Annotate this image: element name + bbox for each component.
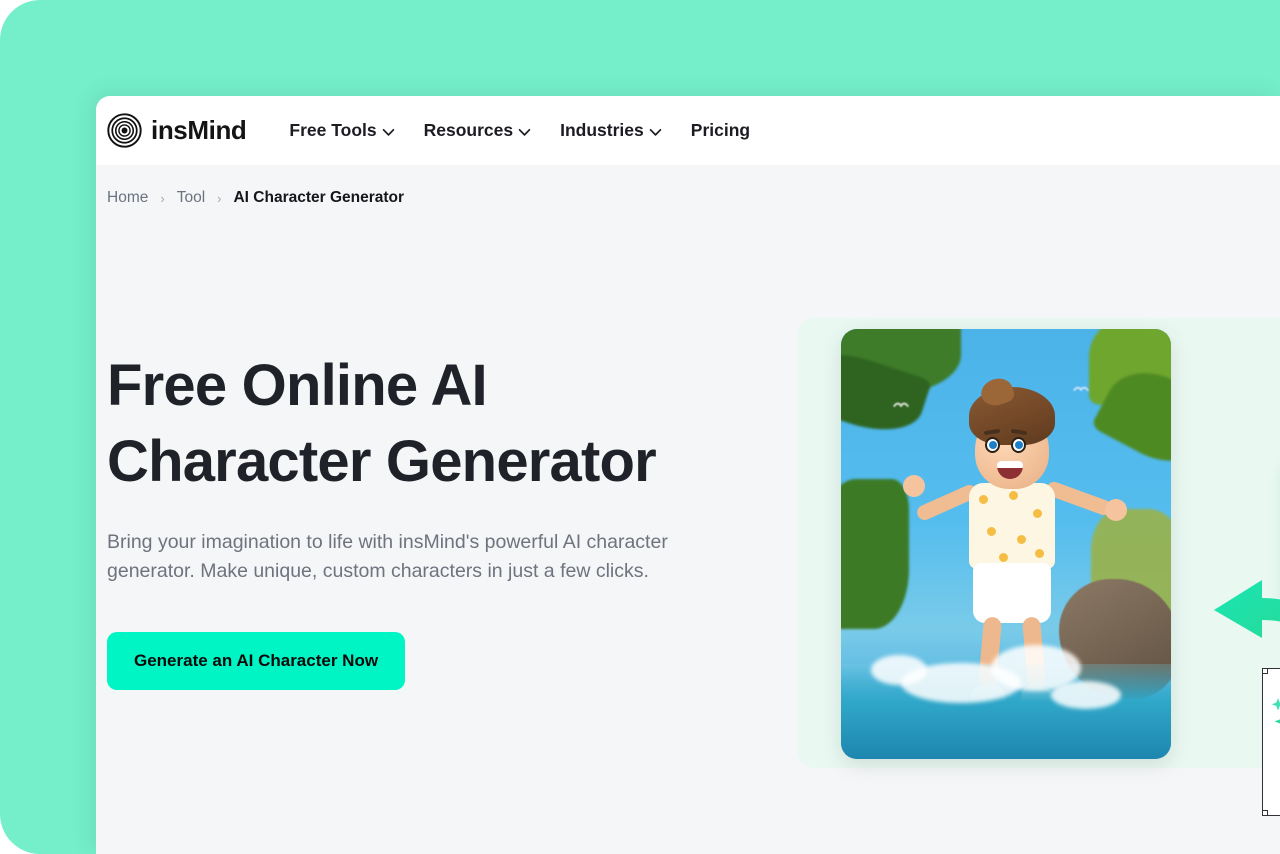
hero-content: Free Online AI Character Generator Bring…: [107, 348, 727, 690]
selection-handle[interactable]: [841, 329, 846, 334]
breadcrumb-item-home[interactable]: Home: [107, 189, 148, 207]
palm-leaf: [841, 479, 909, 629]
chevron-down-icon: [518, 128, 531, 136]
site-navbar: insMind Free Tools Resources Industries …: [96, 96, 1280, 165]
hero-visual: Low Perspectiv Cartoon Style, A cute boy…: [797, 318, 1280, 816]
breadcrumb-separator: ›: [160, 190, 165, 206]
character-image[interactable]: [841, 329, 1171, 759]
nav-links: Free Tools Resources Industries Pricing: [289, 120, 750, 141]
sparkle-icon: [1271, 698, 1280, 724]
boy-pupil-right: [1015, 441, 1023, 449]
boy-shirt: [969, 483, 1055, 569]
water-splash: [1051, 681, 1121, 709]
browser-page-card: insMind Free Tools Resources Industries …: [96, 96, 1280, 854]
boy-hand-right: [1105, 499, 1127, 521]
nav-item-pricing[interactable]: Pricing: [691, 120, 750, 141]
mint-background-frame: insMind Free Tools Resources Industries …: [0, 0, 1280, 854]
chevron-down-icon: [382, 128, 394, 136]
page-title: Free Online AI Character Generator: [107, 348, 727, 500]
chevron-down-icon: [649, 128, 662, 136]
page-title-line2: Character Generator: [107, 429, 657, 494]
water-splash: [871, 655, 927, 685]
breadcrumb: Home › Tool › AI Character Generator: [107, 189, 404, 207]
generate-character-button[interactable]: Generate an AI Character Now: [107, 632, 406, 690]
nav-item-label: Industries: [560, 120, 644, 140]
selection-handle[interactable]: [1166, 754, 1171, 759]
breadcrumb-item-current: AI Character Generator: [233, 189, 405, 206]
selection-handle[interactable]: [1166, 329, 1171, 334]
boy-hand-left: [903, 475, 925, 497]
nav-item-label: Resources: [423, 120, 514, 140]
nav-item-industries[interactable]: Industries: [560, 120, 662, 141]
breadcrumb-item-tool[interactable]: Tool: [177, 189, 205, 207]
hero-subtitle: Bring your imagination to life with insM…: [107, 531, 668, 582]
nav-item-free-tools[interactable]: Free Tools: [289, 120, 394, 141]
nav-item-resources[interactable]: Resources: [424, 120, 532, 141]
boy-shorts: [973, 563, 1051, 623]
selection-handle[interactable]: [841, 754, 846, 759]
nav-item-label: Pricing: [690, 120, 751, 140]
selection-handle[interactable]: [1263, 669, 1268, 674]
concentric-target-icon: [107, 113, 142, 148]
page-title-line1: Free Online AI: [107, 353, 488, 418]
bird-icon: [893, 402, 909, 408]
breadcrumb-separator: ›: [217, 190, 222, 206]
boy-pupil-left: [989, 441, 997, 449]
brand-name: insMind: [151, 115, 247, 145]
curved-arrow-left-icon: [1214, 580, 1280, 638]
prompt-text-panel[interactable]: Low Perspectiv Cartoon Style, A cute boy…: [1262, 668, 1280, 816]
selection-handle[interactable]: [1263, 810, 1268, 815]
brand-logo[interactable]: insMind: [107, 113, 247, 148]
nav-item-label: Free Tools: [289, 120, 377, 140]
